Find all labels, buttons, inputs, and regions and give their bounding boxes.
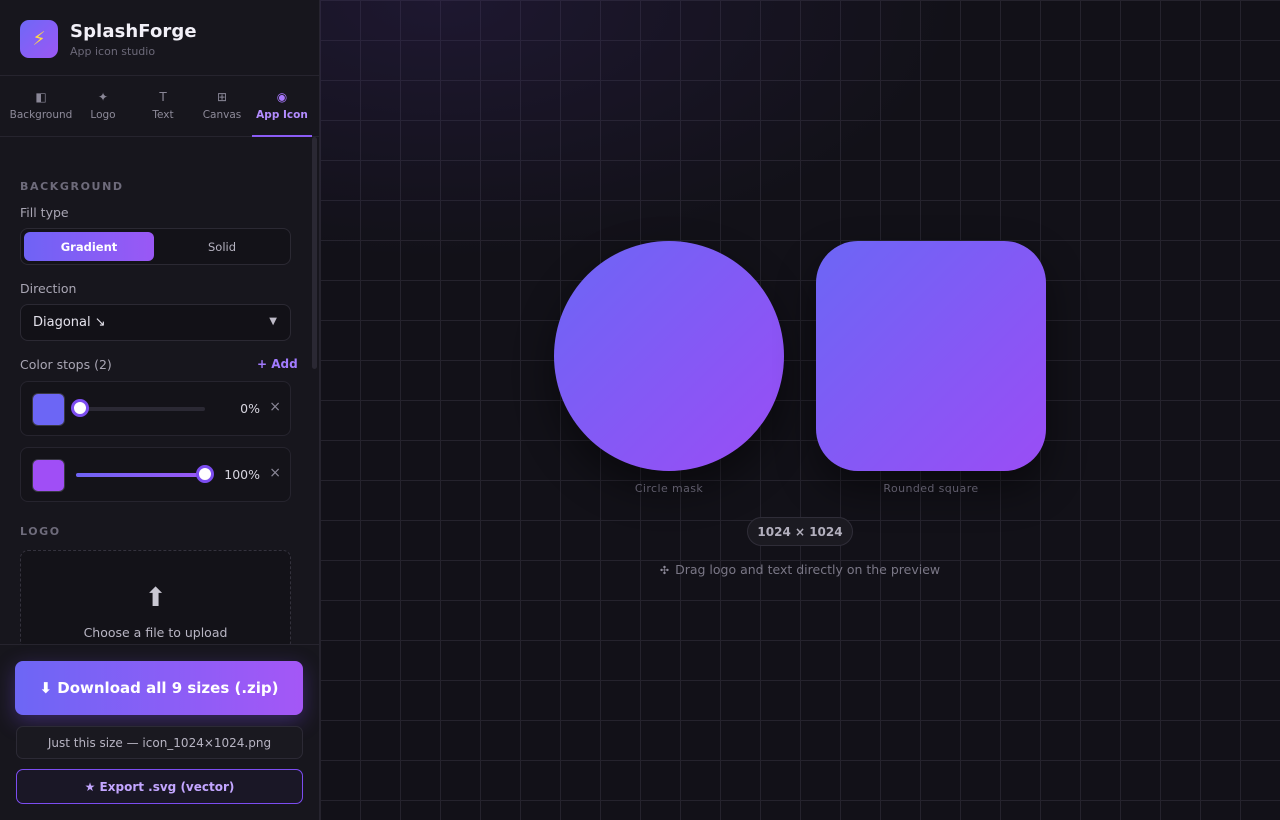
export-svg-button[interactable]: ★ Export .svg (vector)	[16, 769, 303, 804]
stop-position-slider[interactable]	[76, 473, 205, 477]
tab-app-icon[interactable]: ◉ App Icon	[252, 76, 312, 137]
drag-hint-text: Drag logo and text directly on the previ…	[675, 562, 941, 577]
upload-text: Choose a file to upload	[83, 625, 228, 640]
download-all-button[interactable]: ⬇ Download all 9 sizes (.zip)	[15, 661, 303, 715]
fill-solid-button[interactable]: Solid	[157, 232, 287, 261]
slider-thumb[interactable]	[71, 399, 89, 417]
lightning-icon: ⚡	[20, 20, 58, 58]
remove-stop-icon[interactable]: ×	[269, 465, 281, 481]
tab-text[interactable]: T Text	[133, 76, 193, 137]
color-stop-row: 100% ×	[20, 447, 291, 502]
text-t-icon: T	[159, 90, 167, 104]
tab-logo[interactable]: ✦ Logo	[73, 76, 133, 137]
size-badge: 1024 × 1024	[747, 517, 853, 546]
circle-mask-label: Circle mask	[634, 482, 704, 495]
fill-type-label: Fill type	[20, 205, 69, 220]
preview-canvas: Circle mask Rounded square 1024 × 1024 ✣…	[320, 0, 1280, 820]
grid-icon: ⊞	[216, 90, 228, 104]
sidebar-scrollbar[interactable]	[312, 137, 317, 369]
tab-label: App Icon	[256, 109, 308, 121]
move-icon: ✣	[659, 564, 670, 577]
section-title-background: BACKGROUND	[20, 180, 124, 193]
slider-thumb[interactable]	[196, 465, 214, 483]
rounded-square-label: Rounded square	[883, 482, 979, 495]
fill-gradient-button[interactable]: Gradient	[24, 232, 154, 261]
sparkle-icon: ✦	[97, 90, 109, 104]
download-single-size-button[interactable]: Just this size — icon_1024×1024.png	[16, 726, 303, 759]
section-title-logo: LOGO	[20, 525, 61, 538]
fill-type-toggle: Gradient Solid	[20, 228, 291, 265]
direction-label: Direction	[20, 281, 77, 296]
app-name: SplashForge	[70, 21, 197, 42]
add-color-stop-button[interactable]: + Add	[257, 357, 298, 371]
direction-select[interactable]: Diagonal ↘ ▼	[20, 304, 291, 341]
export-footer: ⬇ Download all 9 sizes (.zip) Just this …	[0, 644, 319, 820]
sidebar: ⚡ SplashForge App icon studio ◧ Backgrou…	[0, 0, 320, 820]
brand-header: ⚡ SplashForge App icon studio	[0, 0, 319, 76]
remove-stop-icon[interactable]: ×	[269, 399, 281, 415]
stop-position-slider[interactable]	[76, 407, 205, 411]
color-swatch[interactable]	[32, 459, 65, 492]
rounded-square-preview[interactable]	[816, 241, 1046, 471]
tab-label: Text	[152, 109, 174, 121]
upload-arrow-icon: ⬆	[144, 583, 167, 613]
stop-position-value: 100%	[224, 467, 260, 482]
drag-hint: ✣ Drag logo and text directly on the prev…	[320, 562, 1280, 577]
color-swatch[interactable]	[32, 393, 65, 426]
tab-background[interactable]: ◧ Background	[9, 76, 73, 137]
color-stop-row: 0% ×	[20, 381, 291, 436]
tab-label: Logo	[90, 109, 116, 121]
tab-label: Background	[9, 109, 73, 121]
slider-fill	[76, 473, 205, 477]
target-icon: ◉	[276, 90, 288, 104]
app-subtitle: App icon studio	[70, 45, 156, 58]
chevron-down-icon: ▼	[269, 316, 277, 327]
brand-logo-glyph: ⚡	[32, 28, 46, 50]
stop-position-value: 0%	[240, 401, 260, 416]
direction-value: Diagonal ↘	[33, 315, 106, 330]
circle-mask-preview[interactable]	[554, 241, 784, 471]
tab-label: Canvas	[202, 109, 242, 121]
half-square-icon: ◧	[35, 90, 47, 104]
editor-tabs: ◧ Background ✦ Logo T Text ⊞ Canvas ◉ Ap…	[0, 76, 319, 137]
tab-canvas[interactable]: ⊞ Canvas	[192, 76, 252, 137]
color-stops-label: Color stops (2)	[20, 357, 112, 372]
logo-upload-dropzone[interactable]: ⬆ Choose a file to upload	[20, 550, 291, 650]
